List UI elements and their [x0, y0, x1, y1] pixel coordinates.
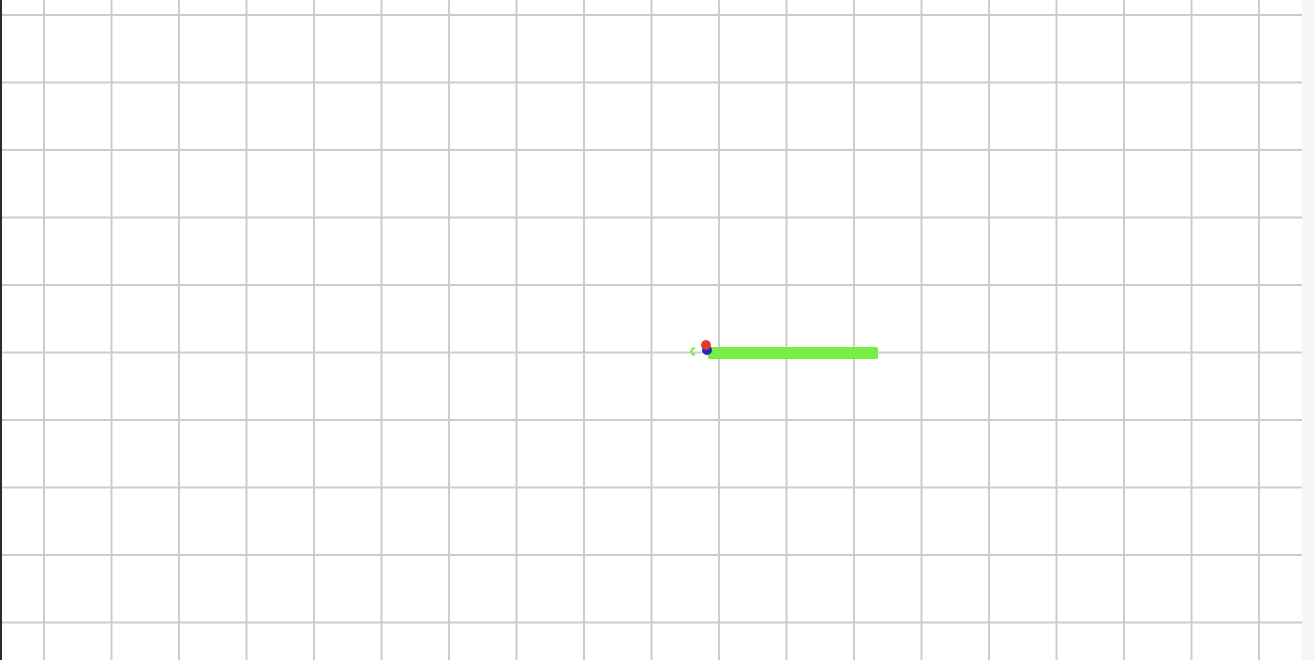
- right-border: [1302, 0, 1314, 660]
- grid-canvas[interactable]: [2, 0, 1302, 660]
- robot-head: [701, 340, 711, 350]
- path-segment: [708, 347, 878, 359]
- sim-viewport[interactable]: [0, 0, 1314, 660]
